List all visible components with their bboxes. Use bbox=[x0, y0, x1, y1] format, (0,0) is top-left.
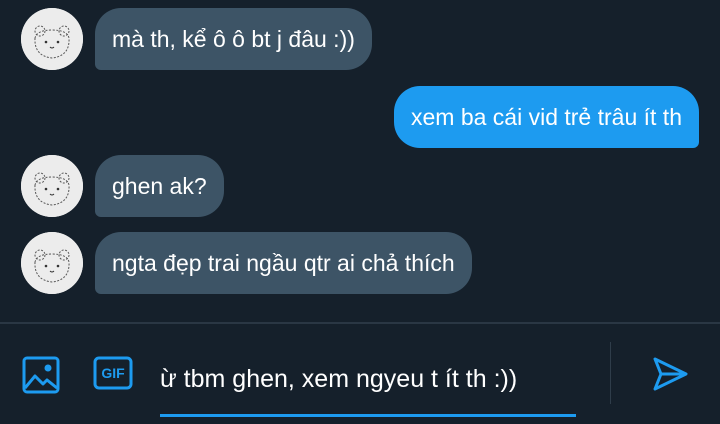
message-bubble-incoming[interactable]: ghen ak? bbox=[95, 155, 224, 217]
bear-avatar-icon bbox=[21, 232, 83, 294]
send-icon bbox=[653, 357, 688, 391]
add-media-button[interactable] bbox=[22, 356, 60, 394]
bear-avatar-icon bbox=[21, 155, 83, 217]
gif-label: GIF bbox=[101, 365, 125, 381]
message-composer: GIF bbox=[0, 322, 720, 424]
message-bubble-incoming[interactable]: ngta đẹp trai ngầu qtr ai chả thích bbox=[95, 232, 472, 294]
bear-avatar-icon bbox=[21, 8, 83, 70]
image-icon bbox=[22, 356, 60, 394]
input-underline bbox=[160, 414, 576, 417]
gif-button[interactable]: GIF bbox=[93, 356, 133, 390]
chat-screen: mà th, kể ô ô bt j đâu :)) xem ba cái vi… bbox=[0, 0, 720, 424]
message-bubble-outgoing[interactable]: xem ba cái vid trẻ trâu ít th bbox=[393, 86, 699, 148]
send-button[interactable] bbox=[650, 354, 690, 394]
avatar[interactable] bbox=[21, 155, 83, 217]
message-bubble-incoming[interactable]: mà th, kể ô ô bt j đâu :)) bbox=[95, 8, 372, 70]
avatar[interactable] bbox=[21, 232, 83, 294]
avatar[interactable] bbox=[21, 8, 83, 70]
message-input[interactable] bbox=[160, 354, 576, 404]
composer-divider bbox=[610, 342, 611, 404]
